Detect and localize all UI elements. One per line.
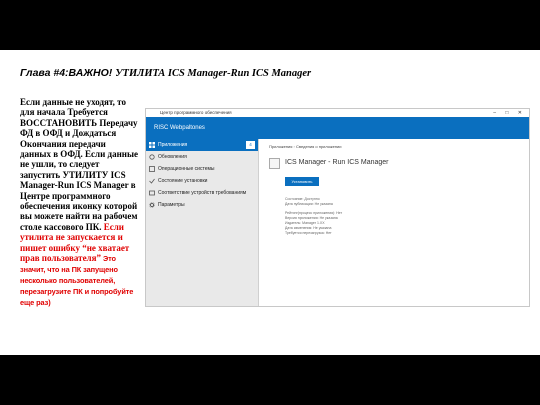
- apps-icon: [149, 142, 155, 148]
- breadcrumb: Приложения › Сведения о приложении: [269, 144, 341, 149]
- sidebar-item-compliance[interactable]: Соответствие устройств требованиям: [146, 187, 258, 199]
- sidebar-item-label: Соответствие устройств требованиям: [158, 190, 247, 196]
- app-info-restart: Требуется перезагрузка: Нет: [285, 231, 332, 235]
- settings-icon: [149, 202, 155, 208]
- app-info-publisher: Издатель: Manager 1.XX: [285, 221, 325, 225]
- sidebar-item-install-status[interactable]: Состояние установки: [146, 175, 258, 187]
- sidebar-item-os[interactable]: Операционные системы: [146, 163, 258, 175]
- sidebar: Приложения 4 Обновления Операционные сис…: [146, 139, 259, 306]
- install-button[interactable]: Установить: [285, 177, 319, 186]
- refresh-icon: [149, 154, 155, 160]
- os-icon: [149, 166, 155, 172]
- sidebar-item-label: Приложения: [158, 142, 188, 148]
- app-title: ICS Manager - Run ICS Manager: [285, 159, 389, 166]
- breadcrumb-current: Сведения о приложении: [296, 144, 342, 149]
- software-center-window: Центр программного обеспечения – □ ✕ RIS…: [145, 108, 530, 307]
- sidebar-item-updates[interactable]: Обновления: [146, 151, 258, 163]
- sidebar-item-label: Состояние установки: [158, 178, 208, 184]
- sidebar-item-apps[interactable]: Приложения 4: [146, 139, 258, 151]
- slide-title: Глава #4:ВАЖНО! УТИЛИТА ICS Manager-Run …: [20, 67, 311, 79]
- app-info-status: Состояние: Доступно: [285, 197, 320, 201]
- slide-title-part2: УТИЛИТА ICS Manager-Run ICS Manager: [115, 68, 312, 79]
- slide: Глава #4:ВАЖНО! УТИЛИТА ICS Manager-Run …: [0, 50, 540, 355]
- sidebar-item-settings[interactable]: Параметры: [146, 199, 258, 211]
- app-info-published: Дата публикации: Не указана: [285, 202, 333, 206]
- main-content: Приложения › Сведения о приложении ICS M…: [259, 139, 529, 306]
- app-info-rating: Рейтинг(процесс приложения): Нет: [285, 211, 343, 215]
- instructions-main: Если данные не уходят, то для начала Тре…: [20, 97, 138, 232]
- sidebar-item-label: Операционные системы: [158, 166, 215, 172]
- apps-count-badge: 4: [246, 141, 255, 149]
- app-header: RISC Webpaltones: [146, 117, 529, 139]
- compliance-icon: [149, 190, 155, 196]
- breadcrumb-apps[interactable]: Приложения: [269, 144, 292, 149]
- sidebar-item-label: Обновления: [158, 154, 187, 160]
- sidebar-item-label: Параметры: [158, 202, 185, 208]
- breadcrumb-separator-icon: ›: [293, 144, 295, 149]
- slide-title-part1: Глава #4:ВАЖНО!: [20, 67, 113, 79]
- window-controls[interactable]: – □ ✕: [493, 109, 526, 117]
- instructions-text: Если данные не уходят, то для начала Тре…: [20, 97, 138, 308]
- window-titlebar: Центр программного обеспечения – □ ✕: [146, 109, 529, 117]
- app-info-version: Версия приложения: Не указана: [285, 216, 338, 220]
- app-info-modified: Дата изменения: Не указана: [285, 226, 332, 230]
- app-icon: [269, 158, 280, 169]
- status-icon: [149, 178, 155, 184]
- window-title: Центр программного обеспечения: [160, 110, 232, 115]
